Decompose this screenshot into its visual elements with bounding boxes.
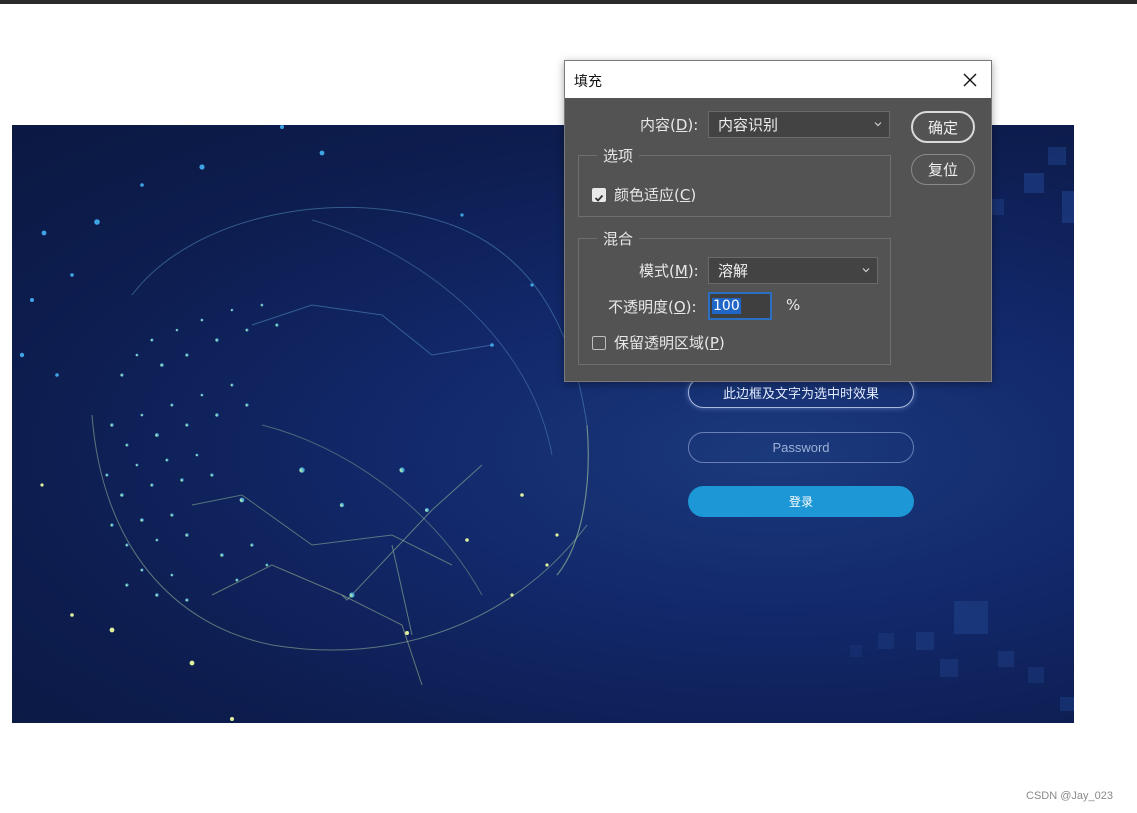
dialog-title: 填充 (574, 74, 602, 90)
fill-dialog: 填充 内容(D): 内容识别 确定 复位 选项 颜色适应(C) 混合 模式(M)… (564, 60, 992, 382)
decorative-square (1048, 147, 1066, 165)
opacity-label-end: ): (685, 298, 697, 316)
preserve-transparency-checkbox[interactable] (592, 336, 606, 350)
decorative-square (1062, 191, 1074, 223)
decorative-square (878, 633, 894, 649)
checkmark-icon (594, 194, 604, 202)
mode-label-end: ): (687, 262, 699, 280)
opacity-label: 不透明度(O): (608, 296, 697, 317)
decorative-square (1060, 697, 1074, 711)
blend-mode-select[interactable]: 溶解 (708, 257, 878, 284)
content-label-text: 内容( (640, 116, 676, 134)
close-button[interactable] (957, 67, 983, 93)
blend-group: 混合 模式(M): 溶解 不透明度(O): 100 % 保留透明区域(P) (578, 228, 891, 365)
ok-button[interactable]: 确定 (911, 111, 975, 143)
content-label-end: ): (687, 116, 699, 134)
color-adapt-checkbox[interactable] (592, 188, 606, 202)
color-adapt-mnemonic: C (679, 186, 691, 204)
preserve-transparency-mnemonic: P (709, 334, 719, 352)
opacity-input[interactable]: 100 (708, 292, 772, 320)
password-input[interactable]: Password (688, 432, 914, 463)
chevron-down-icon (862, 268, 870, 273)
decorative-square (916, 632, 934, 650)
decorative-square (850, 645, 862, 657)
mode-label-text: 模式( (639, 262, 675, 280)
login-button[interactable]: 登录 (688, 486, 914, 517)
watermark: CSDN @Jay_023 (1026, 790, 1113, 802)
decorative-square (1028, 667, 1044, 683)
color-adapt-label[interactable]: 颜色适应(C) (614, 184, 696, 205)
mode-label: 模式(M): (639, 260, 699, 281)
blend-mode-value: 溶解 (718, 262, 749, 280)
decorative-square (954, 601, 988, 634)
preserve-transparency-label-text: 保留透明区域( (614, 334, 710, 352)
options-group-title: 选项 (597, 145, 640, 166)
content-label: 内容(D): (640, 114, 698, 135)
opacity-label-text: 不透明度( (608, 298, 674, 316)
content-mnemonic: D (675, 116, 688, 134)
decorative-square (940, 659, 958, 677)
content-select-value: 内容识别 (718, 116, 779, 134)
decorative-square (998, 651, 1014, 667)
mode-mnemonic: M (674, 262, 688, 280)
color-adapt-label-end: ) (690, 186, 697, 204)
opacity-value: 100 (712, 298, 741, 314)
preserve-transparency-label-end: ) (718, 334, 725, 352)
top-border (0, 0, 1137, 4)
preserve-transparency-label[interactable]: 保留透明区域(P) (614, 332, 725, 353)
opacity-mnemonic: O (673, 298, 686, 316)
blend-group-title: 混合 (597, 228, 640, 249)
close-icon (963, 73, 977, 87)
decorative-square (1024, 173, 1044, 193)
color-adapt-label-text: 颜色适应( (614, 186, 680, 204)
options-group: 选项 颜色适应(C) (578, 145, 891, 217)
opacity-unit: % (786, 296, 801, 314)
content-select[interactable]: 内容识别 (708, 111, 890, 138)
reset-button[interactable]: 复位 (911, 154, 975, 185)
chevron-down-icon (874, 122, 882, 127)
dialog-titlebar[interactable]: 填充 (565, 61, 991, 98)
